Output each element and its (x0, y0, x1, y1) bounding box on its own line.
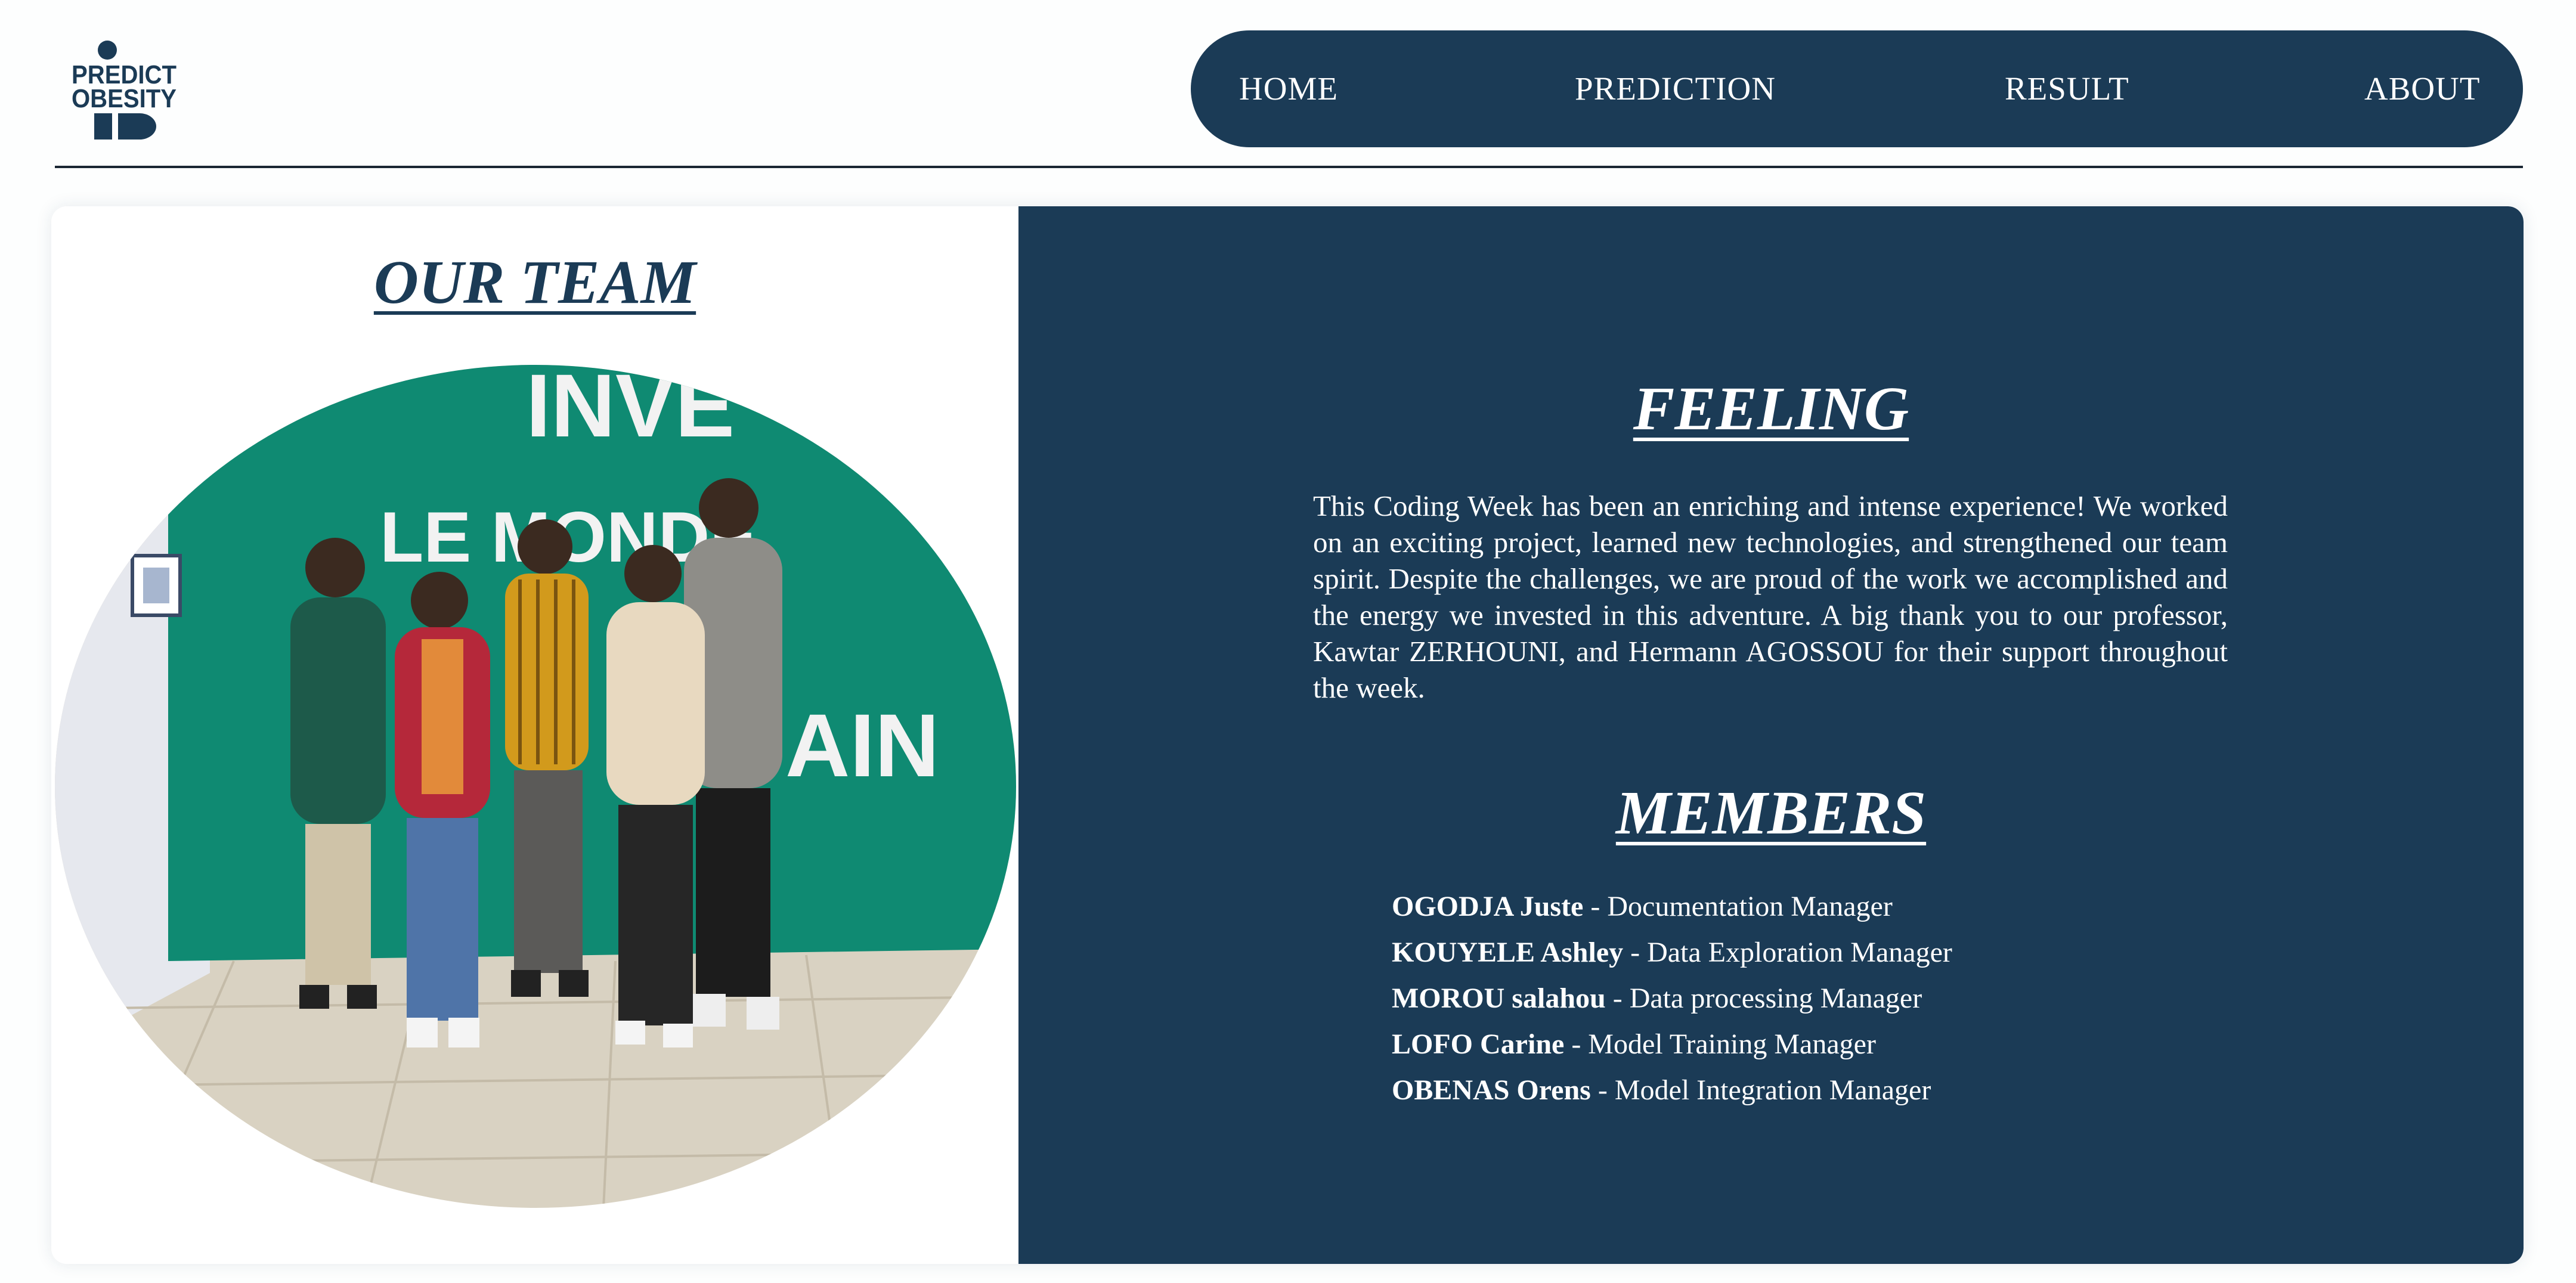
main-nav: HOME PREDICTION RESULT ABOUT (1191, 30, 2523, 147)
site-header: PREDICT OBESITY HOME PREDICTION RESULT A… (0, 0, 2576, 168)
member-role: - Model Integration Manager (1590, 1074, 1931, 1106)
member-item: LOFO Carine - Model Training Manager (1392, 1021, 1952, 1067)
member-item: MOROU salahou - Data processing Manager (1392, 975, 1952, 1021)
member-item: KOUYELE Ashley - Data Exploration Manage… (1392, 929, 1952, 975)
team-panel: OUR TEAM INVE LE MONDE AIN (51, 206, 1018, 1264)
member-name: LOFO Carine (1392, 1028, 1565, 1060)
members-list: OGODJA Juste - Documentation Manager KOU… (1392, 884, 1952, 1113)
member-name: OGODJA Juste (1392, 891, 1584, 922)
member-name: KOUYELE Ashley (1392, 937, 1624, 968)
member-item: OGODJA Juste - Documentation Manager (1392, 884, 1952, 929)
member-name: OBENAS Orens (1392, 1074, 1591, 1106)
member-role: - Documentation Manager (1583, 891, 1893, 922)
header-divider (55, 166, 2523, 168)
nav-prediction-link[interactable]: PREDICTION (1575, 30, 1776, 147)
team-photo: INVE LE MONDE AIN (55, 365, 1016, 1208)
nav-about-link[interactable]: ABOUT (2364, 30, 2480, 147)
members-title: MEMBERS (1615, 779, 1927, 847)
predict-obesity-logo[interactable]: PREDICT OBESITY (70, 39, 178, 141)
about-card: OUR TEAM INVE LE MONDE AIN FEELING This … (51, 206, 2524, 1264)
photo-wall-text-3: AIN (785, 695, 939, 795)
member-item: OBENAS Orens - Model Integration Manager (1392, 1067, 1952, 1113)
member-role: - Data processing Manager (1605, 983, 1922, 1014)
feeling-title: FEELING (1633, 374, 1909, 443)
nav-home-link[interactable]: HOME (1239, 30, 1338, 147)
logo-line2: OBESITY (72, 84, 177, 113)
info-panel: FEELING This Coding Week has been an enr… (1018, 206, 2524, 1264)
photo-wall-text-1: INVE (526, 365, 735, 455)
member-name: MOROU salahou (1392, 983, 1606, 1014)
member-role: - Data Exploration Manager (1623, 937, 1952, 968)
member-role: - Model Training Manager (1564, 1028, 1876, 1060)
team-title: OUR TEAM (373, 248, 696, 317)
feeling-text: This Coding Week has been an enriching a… (1313, 489, 2228, 704)
nav-result-link[interactable]: RESULT (2005, 30, 2129, 147)
